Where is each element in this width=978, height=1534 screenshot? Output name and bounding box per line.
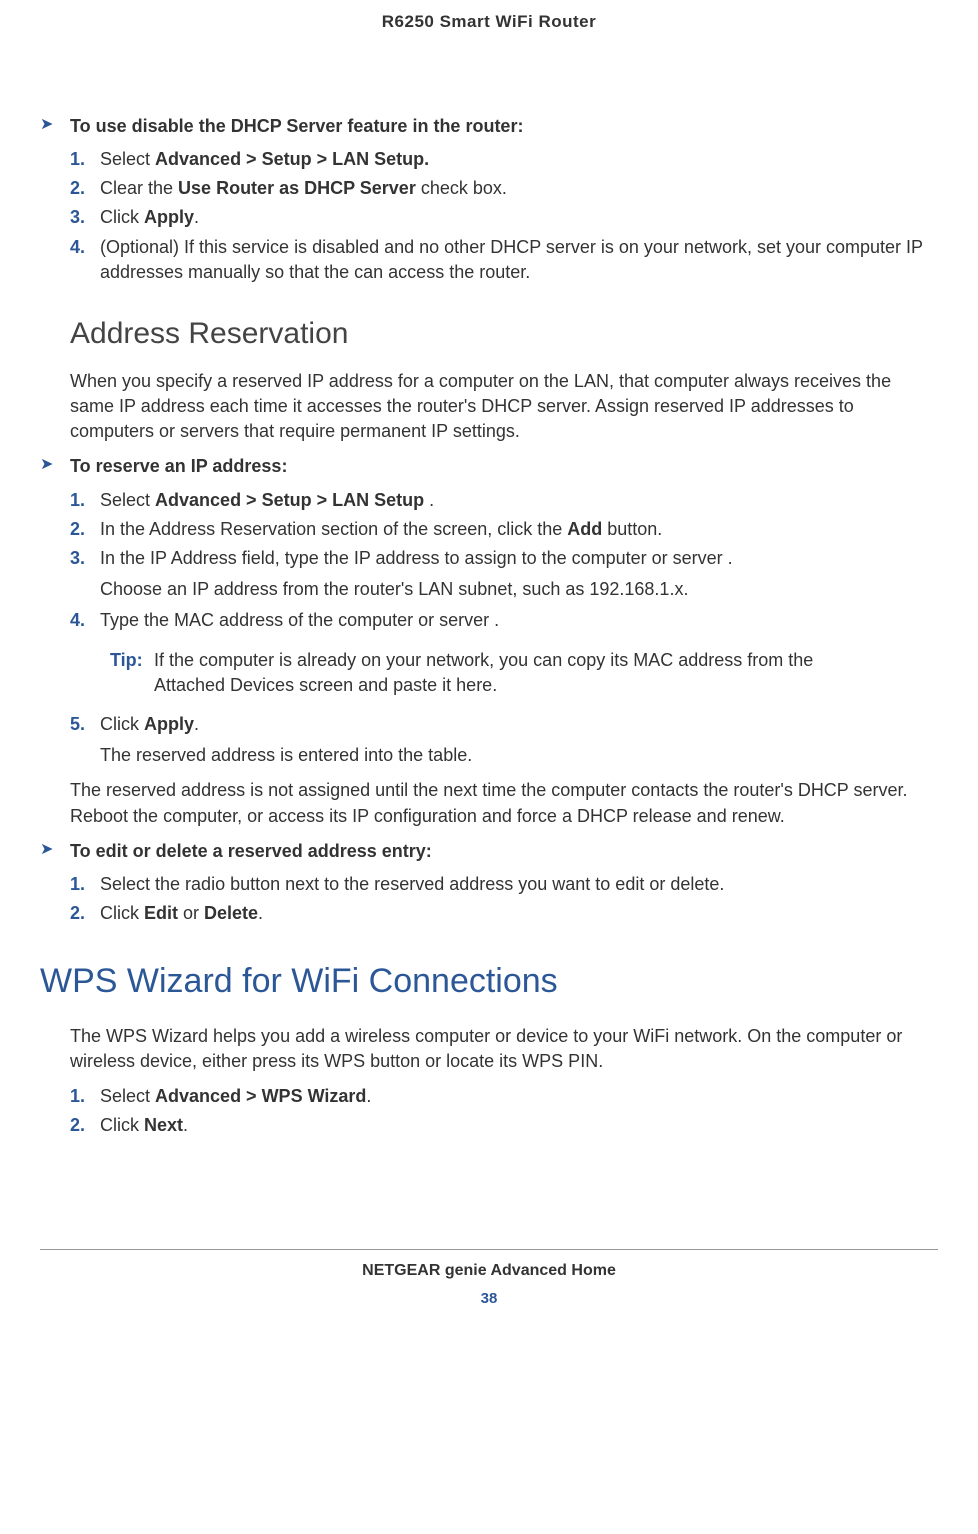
list-item: 2.Click Edit or Delete. (70, 901, 938, 926)
list-item: 3.Click Apply. (70, 205, 938, 230)
text: Click (100, 207, 144, 227)
list-item: 4.Type the MAC address of the computer o… (70, 608, 938, 633)
step-num: 1. (70, 872, 100, 897)
step-text: Select Advanced > Setup > LAN Setup . (100, 488, 938, 513)
proc1-steps: 1.Select Advanced > Setup > LAN Setup. 2… (70, 147, 938, 285)
step-num: 1. (70, 1084, 100, 1109)
text-bold: Advanced > WPS Wizard (155, 1086, 366, 1106)
text: check box. (416, 178, 507, 198)
proc2-steps-cont2: 5.Click Apply. (70, 712, 938, 737)
text: . (194, 714, 199, 734)
step-num: 4. (70, 608, 100, 633)
text: (Optional) If this service is disabled a… (100, 237, 923, 282)
footer-title: NETGEAR genie Advanced Home (40, 1260, 938, 1282)
list-item: 5.Click Apply. (70, 712, 938, 737)
page-header: R6250 Smart WiFi Router (40, 10, 938, 34)
arrow-icon: ➤ (40, 114, 58, 136)
text: In the Address Reservation section of th… (100, 519, 567, 539)
step-text: Select the radio button next to the rese… (100, 872, 938, 897)
list-item: 2.Clear the Use Router as DHCP Server ch… (70, 176, 938, 201)
text: Select (100, 1086, 155, 1106)
list-item: 1.Select Advanced > Setup > LAN Setup . (70, 488, 938, 513)
text-bold: Edit (144, 903, 178, 923)
procedure-heading-dhcp: ➤ To use disable the DHCP Server feature… (40, 114, 938, 139)
step-text: Select Advanced > WPS Wizard. (100, 1084, 938, 1109)
heading-wps-wizard: WPS Wizard for WiFi Connections (40, 958, 938, 1006)
step-num: 4. (70, 235, 100, 260)
proc-title: To use disable the DHCP Server feature i… (70, 114, 523, 139)
step-num: 2. (70, 901, 100, 926)
arrow-icon: ➤ (40, 839, 58, 861)
procedure-heading-edit: ➤ To edit or delete a reserved address e… (40, 839, 938, 864)
proc3-steps: 1.Select the radio button next to the re… (70, 872, 938, 926)
proc-title: To edit or delete a reserved address ent… (70, 839, 432, 864)
list-item: 4.(Optional) If this service is disabled… (70, 235, 938, 285)
list-item: 2.In the Address Reservation section of … (70, 517, 938, 542)
text-bold: Delete (204, 903, 258, 923)
step-subtext: The reserved address is entered into the… (100, 743, 938, 768)
step-num: 3. (70, 205, 100, 230)
proc2-steps: 1.Select Advanced > Setup > LAN Setup . … (70, 488, 938, 572)
text: . (183, 1115, 188, 1135)
proc-title: To reserve an IP address: (70, 454, 287, 479)
step-text: Click Apply. (100, 205, 938, 230)
step-subtext: Choose an IP address from the router's L… (100, 577, 938, 602)
step-num: 1. (70, 488, 100, 513)
list-item: 2.Click Next. (70, 1113, 938, 1138)
list-item: 1.Select Advanced > WPS Wizard. (70, 1084, 938, 1109)
list-item: 1.Select Advanced > Setup > LAN Setup. (70, 147, 938, 172)
step-text: (Optional) If this service is disabled a… (100, 235, 938, 285)
page-footer: NETGEAR genie Advanced Home 38 (40, 1249, 938, 1309)
text: or (178, 903, 204, 923)
text: button. (602, 519, 662, 539)
tip-label: Tip: (110, 648, 154, 673)
wps-steps: 1.Select Advanced > WPS Wizard. 2.Click … (70, 1084, 938, 1138)
step-text: Click Next. (100, 1113, 938, 1138)
step-text: Click Edit or Delete. (100, 901, 938, 926)
step-num: 2. (70, 1113, 100, 1138)
procedure-heading-reserve: ➤ To reserve an IP address: (40, 454, 938, 479)
step-text: Click Apply. (100, 712, 938, 737)
proc2-steps-cont: 4.Type the MAC address of the computer o… (70, 608, 938, 633)
body-text: The WPS Wizard helps you add a wireless … (70, 1024, 938, 1074)
text: Select (100, 149, 155, 169)
text: . (424, 490, 434, 510)
page-number: 38 (40, 1288, 938, 1309)
text: Click (100, 714, 144, 734)
list-item: 1.Select the radio button next to the re… (70, 872, 938, 897)
step-text: In the IP Address field, type the IP add… (100, 546, 938, 571)
text-bold: Next (144, 1115, 183, 1135)
text-bold: Advanced > Setup > LAN Setup (155, 490, 424, 510)
step-num: 3. (70, 546, 100, 571)
text-bold: Apply (144, 714, 194, 734)
body-text: When you specify a reserved IP address f… (70, 369, 938, 445)
text-bold: Use Router as DHCP Server (178, 178, 416, 198)
step-num: 5. (70, 712, 100, 737)
arrow-icon: ➤ (40, 454, 58, 476)
text: Select (100, 490, 155, 510)
section-address-reservation: Address Reservation (70, 313, 938, 355)
tip-block: Tip: If the computer is already on your … (110, 648, 938, 698)
text: . (366, 1086, 371, 1106)
step-num: 2. (70, 517, 100, 542)
text: Click (100, 903, 144, 923)
text-bold: Advanced > Setup > LAN Setup. (155, 149, 429, 169)
tip-text: If the computer is already on your netwo… (154, 648, 938, 698)
text: Clear the (100, 178, 178, 198)
text: . (194, 207, 199, 227)
step-num: 1. (70, 147, 100, 172)
text-bold: Apply (144, 207, 194, 227)
text-bold: Add (567, 519, 602, 539)
step-text: In the Address Reservation section of th… (100, 517, 938, 542)
body-text: The reserved address is not assigned unt… (70, 778, 938, 828)
list-item: 3.In the IP Address field, type the IP a… (70, 546, 938, 571)
step-num: 2. (70, 176, 100, 201)
step-text: Select Advanced > Setup > LAN Setup. (100, 147, 938, 172)
text: Click (100, 1115, 144, 1135)
step-text: Clear the Use Router as DHCP Server chec… (100, 176, 938, 201)
step-text: Type the MAC address of the computer or … (100, 608, 938, 633)
text: . (258, 903, 263, 923)
